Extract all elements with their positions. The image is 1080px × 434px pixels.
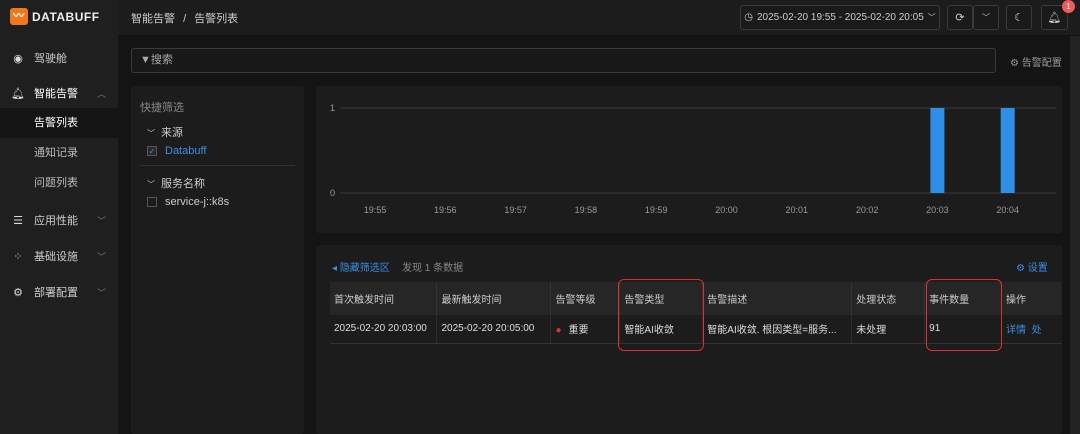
filter-option-service[interactable]: service-j::k8s <box>147 196 229 208</box>
breadcrumb-item: 告警列表 <box>194 13 239 25</box>
column-header[interactable]: 处理状态 <box>851 282 926 315</box>
latest-trigger-time: 2025-02-20 20:05:00 <box>436 315 552 344</box>
process-link[interactable]: 处 <box>1032 325 1042 336</box>
sidebar-item-alert-list[interactable]: 告警列表 <box>0 108 118 138</box>
filter-group-source[interactable]: ﹀ 来源 <box>147 124 183 140</box>
x-tick-label: 19:57 <box>504 205 527 215</box>
refresh-icon: ⟳ <box>955 12 965 24</box>
column-header: 操作 <box>1001 282 1062 315</box>
alert-config-link[interactable]: ⚙ 告警配置 <box>1010 54 1062 69</box>
y-tick-label: 0 <box>330 188 335 198</box>
sidebar-item-alerts[interactable]: 🔔︎ 智能告警 ︿ <box>0 78 118 108</box>
chevron-up-icon: ︿ <box>96 88 106 99</box>
column-header[interactable]: 告警描述 <box>702 282 853 315</box>
sidebar: 〰 DATABUFF ◉ 驾驶舱 🔔︎ 智能告警 ︿ 告警列表 通知记录 问题列表 ☰ 应… <box>0 0 118 434</box>
header: 智能告警 / 告警列表 ◷ 2025-02-20 19:55 - 2025-02-… <box>118 0 1080 36</box>
gear-icon: ⚙ <box>13 286 23 299</box>
table-settings-button[interactable]: ⚙ 设置 <box>1016 259 1048 274</box>
x-tick-label: 20:03 <box>926 205 949 215</box>
breadcrumb: 智能告警 / 告警列表 <box>131 10 238 26</box>
filter-icon: ▼ <box>140 54 151 66</box>
chevron-down-icon: ﹀ <box>147 129 155 138</box>
result-count: 发现 1 条数据 <box>402 263 464 274</box>
detail-link[interactable]: 详情 <box>1006 325 1026 336</box>
highlight-box-event-count <box>926 279 1002 351</box>
filter-option-databuff[interactable]: ✓ Databuff <box>147 145 206 157</box>
first-trigger-time: 2025-02-20 20:03:00 <box>330 315 438 344</box>
sidebar-item-cockpit[interactable]: ◉ 驾驶舱 <box>0 43 118 73</box>
alert-level: ● 重要 <box>550 315 621 344</box>
x-tick-label: 20:02 <box>856 205 879 215</box>
time-range-picker[interactable]: ◷ 2025-02-20 19:55 - 2025-02-20 20:05 ﹀ <box>740 5 940 30</box>
apm-icon: ☰ <box>13 214 23 227</box>
bar <box>1000 108 1015 193</box>
chevron-down-icon: ﹀ <box>927 13 936 22</box>
quick-filter-panel: 快捷筛选 ﹀ 来源 ✓ Databuff ﹀ 服务名称 service-j::k8s <box>131 86 304 434</box>
settings-icon: ⚙ <box>1010 58 1022 69</box>
sidebar-item-notifications[interactable]: 通知记录 <box>0 138 118 168</box>
bell-icon: 🔔︎ <box>11 87 25 100</box>
x-tick-label: 20:01 <box>786 205 809 215</box>
clock-icon: ◷ <box>744 12 753 23</box>
x-tick-label: 20:04 <box>996 205 1019 215</box>
divider <box>140 165 295 166</box>
column-header[interactable]: 最新触发时间 <box>436 282 552 315</box>
chevron-down-icon: ﹀ <box>982 13 990 22</box>
infra-icon: ⁘ <box>13 250 23 263</box>
alert-chart: 0 1 19:55 19:56 19:57 19:58 19:59 20:00 20:01 20:… <box>316 86 1062 233</box>
scrollbar[interactable] <box>1070 36 1080 434</box>
refresh-button[interactable]: ⟳ <box>947 5 973 30</box>
hide-filter-button[interactable]: ◂ 隐藏筛选区 <box>332 259 390 274</box>
sidebar-item-infra[interactable]: ⁘ 基础设施 ﹀ <box>0 241 118 271</box>
chevron-down-icon: ﹀ <box>96 251 106 262</box>
checkbox-checked[interactable]: ✓ <box>147 146 157 156</box>
breadcrumb-item[interactable]: 智能告警 <box>131 13 175 25</box>
x-tick-label: 19:58 <box>575 205 598 215</box>
logo-icon: 〰 <box>10 8 28 25</box>
theme-toggle[interactable]: ☾ <box>1006 5 1032 30</box>
caret-left-icon: ◂ <box>332 263 340 274</box>
process-status: 未处理 <box>851 315 926 344</box>
cockpit-icon: ◉ <box>13 52 23 65</box>
alert-table-panel: ◂ 隐藏筛选区 发现 1 条数据 ⚙ 设置 首次触发时间 最新触发时间 告警等级… <box>316 245 1062 434</box>
bell-icon: 🔔︎ <box>1047 12 1062 24</box>
x-tick-label: 20:00 <box>715 205 738 215</box>
chevron-down-icon: ﹀ <box>96 287 106 298</box>
checkbox[interactable] <box>147 197 157 207</box>
chart-svg: 0 1 19:55 19:56 19:57 19:58 19:59 20:00 20:01 20:… <box>330 103 1056 215</box>
sidebar-item-apm[interactable]: ☰ 应用性能 ﹀ <box>0 205 118 235</box>
moon-icon: ☾ <box>1014 12 1024 24</box>
y-tick-label: 1 <box>330 103 335 113</box>
refresh-interval-dropdown[interactable]: ﹀ <box>973 5 999 30</box>
filter-group-service[interactable]: ﹀ 服务名称 <box>147 175 205 191</box>
sidebar-item-problems[interactable]: 问题列表 <box>0 168 118 198</box>
breadcrumb-separator: / <box>183 13 187 25</box>
alert-description: 智能AI收敛. 根因类型=服务... <box>702 315 853 344</box>
severity-dot-icon: ● <box>555 325 562 337</box>
x-tick-label: 19:55 <box>364 205 387 215</box>
chevron-down-icon: ﹀ <box>147 180 155 189</box>
sidebar-item-deploy[interactable]: ⚙ 部署配置 ﹀ <box>0 277 118 307</box>
x-tick-label: 19:59 <box>645 205 668 215</box>
quick-filter-title: 快捷筛选 <box>140 102 184 114</box>
x-tick-label: 19:56 <box>434 205 457 215</box>
column-header[interactable]: 首次触发时间 <box>330 282 438 315</box>
column-header[interactable]: 告警等级 <box>550 282 621 315</box>
search-input[interactable]: ▼搜索 <box>131 48 996 73</box>
settings-icon: ⚙ <box>1016 263 1028 274</box>
logo[interactable]: 〰 DATABUFF <box>10 8 100 25</box>
bar <box>930 108 945 193</box>
notification-badge: 1 <box>1062 0 1075 13</box>
highlight-box-alert-type <box>618 279 704 351</box>
chevron-down-icon: ﹀ <box>96 215 106 226</box>
actions: 详情 处 <box>1001 315 1062 344</box>
